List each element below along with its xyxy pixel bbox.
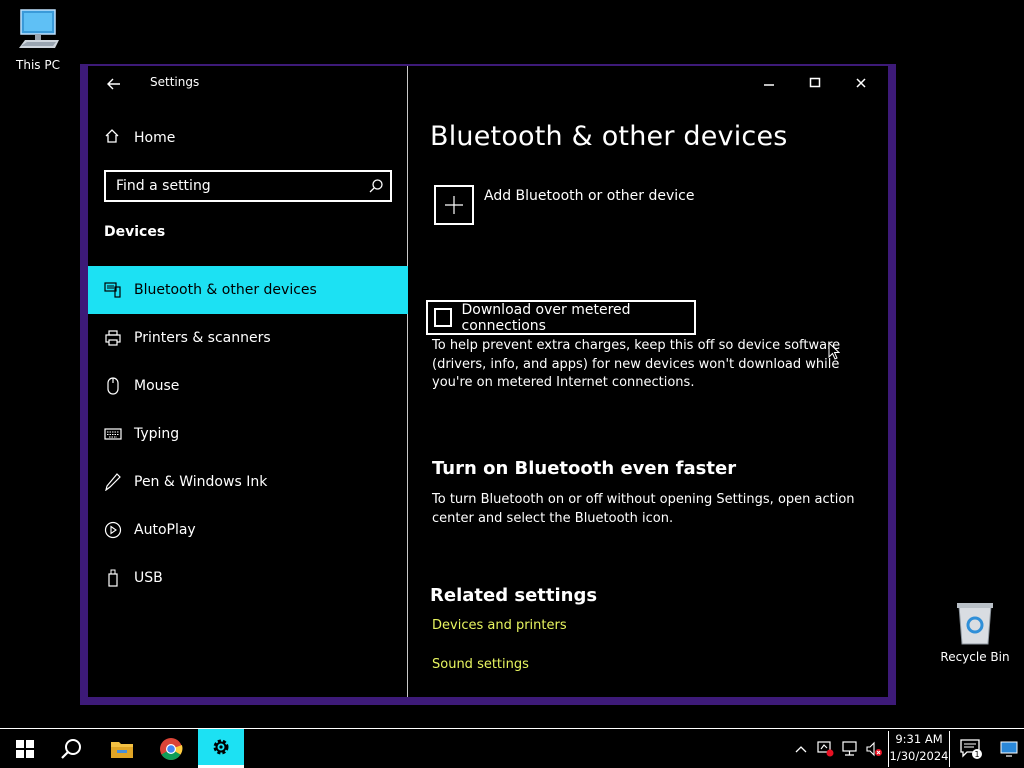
mouse-icon bbox=[104, 377, 122, 395]
content-pane: Bluetooth & other devices Add Bluetooth … bbox=[409, 66, 888, 697]
search-icon bbox=[369, 179, 383, 193]
add-device-button[interactable]: Add Bluetooth or other device bbox=[434, 185, 694, 225]
sidebar-item-bluetooth[interactable]: Bluetooth & other devices bbox=[88, 266, 408, 314]
sidebar-item-typing[interactable]: Typing bbox=[88, 410, 408, 458]
search-input[interactable]: Find a setting bbox=[104, 170, 392, 202]
notification-icon: 1 bbox=[960, 738, 982, 759]
sidebar: Settings Home Find a setting Devices Blu… bbox=[88, 66, 408, 697]
action-center-button[interactable]: 1 bbox=[956, 729, 986, 768]
tray-network-status-button[interactable] bbox=[814, 729, 838, 768]
back-arrow-icon bbox=[107, 78, 120, 90]
sidebar-item-label: Pen & Windows Ink bbox=[134, 474, 268, 490]
sidebar-item-label: Bluetooth & other devices bbox=[134, 282, 317, 298]
sidebar-item-pen[interactable]: Pen & Windows Ink bbox=[88, 458, 408, 506]
sidebar-item-label: AutoPlay bbox=[134, 522, 196, 538]
metered-description: To help prevent extra charges, keep this… bbox=[432, 338, 841, 390]
add-device-label: Add Bluetooth or other device bbox=[484, 188, 695, 204]
related-settings-title: Related settings bbox=[430, 585, 598, 606]
plus-icon bbox=[434, 185, 474, 225]
sound-settings-link[interactable]: Sound settings bbox=[432, 657, 529, 672]
chevron-up-icon bbox=[795, 745, 807, 752]
volume-muted-icon bbox=[866, 741, 882, 756]
sidebar-item-label: Printers & scanners bbox=[134, 330, 271, 346]
minimize-button[interactable] bbox=[753, 71, 785, 95]
metered-checkbox[interactable] bbox=[434, 308, 452, 327]
start-button[interactable] bbox=[2, 729, 48, 768]
sidebar-item-autoplay[interactable]: AutoPlay bbox=[88, 506, 408, 554]
taskbar: 9:31 AM 1/30/2024 1 bbox=[0, 728, 1024, 768]
chrome-icon bbox=[160, 737, 183, 760]
faster-title: Turn on Bluetooth even faster bbox=[432, 458, 737, 479]
settings-window: Settings Home Find a setting Devices Blu… bbox=[80, 64, 896, 705]
clock-time: 9:31 AM bbox=[895, 732, 943, 746]
this-pc-label: This PC bbox=[16, 58, 60, 72]
page-title: Bluetooth & other devices bbox=[430, 121, 788, 152]
sidebar-item-label: USB bbox=[134, 570, 163, 586]
sidebar-item-mouse[interactable]: Mouse bbox=[88, 362, 408, 410]
folder-icon bbox=[111, 741, 133, 758]
close-button[interactable] bbox=[845, 71, 877, 95]
show-desktop-button[interactable] bbox=[996, 729, 1022, 768]
windows-logo-icon bbox=[16, 739, 34, 758]
sidebar-item-label: Typing bbox=[134, 426, 180, 442]
recycle-bin-label: Recycle Bin bbox=[940, 650, 1010, 664]
back-button[interactable] bbox=[102, 72, 126, 96]
home-icon bbox=[104, 128, 122, 148]
home-label: Home bbox=[134, 130, 176, 146]
show-hidden-icons-button[interactable] bbox=[790, 729, 812, 768]
recycle-bin-icon bbox=[957, 603, 993, 645]
metered-checkbox-row[interactable]: Download over metered connections bbox=[426, 300, 696, 335]
search-placeholder: Find a setting bbox=[116, 178, 211, 194]
sidebar-item-printers[interactable]: Printers & scanners bbox=[88, 314, 408, 362]
clock-date: 1/30/2024 bbox=[889, 749, 949, 763]
home-nav-item[interactable]: Home bbox=[104, 128, 175, 148]
this-pc-desktop-icon[interactable]: This PC bbox=[0, 8, 76, 72]
sidebar-item-label: Mouse bbox=[134, 378, 180, 394]
settings-taskbar-button[interactable] bbox=[198, 729, 244, 768]
settings-window-body: Settings Home Find a setting Devices Blu… bbox=[88, 66, 888, 697]
taskbar-search-button[interactable] bbox=[48, 729, 94, 768]
group-title: Devices bbox=[104, 224, 166, 240]
notification-count: 1 bbox=[974, 750, 979, 759]
chrome-button[interactable] bbox=[148, 729, 194, 768]
network-icon bbox=[842, 740, 857, 756]
sidebar-item-usb[interactable]: USB bbox=[88, 554, 408, 602]
minimize-icon bbox=[764, 84, 774, 86]
mouse-pointer-icon bbox=[828, 342, 840, 360]
maximize-icon bbox=[809, 77, 821, 88]
window-title: Settings bbox=[150, 75, 200, 89]
autoplay-icon bbox=[104, 521, 122, 539]
maximize-button[interactable] bbox=[799, 71, 831, 95]
file-explorer-button[interactable] bbox=[99, 729, 145, 768]
computer-icon bbox=[19, 9, 59, 48]
pen-icon bbox=[104, 473, 122, 491]
search-icon bbox=[61, 738, 81, 759]
metered-checkbox-label: Download over metered connections bbox=[461, 301, 631, 334]
taskbar-clock[interactable]: 9:31 AM 1/30/2024 bbox=[888, 731, 950, 767]
bluetooth-devices-icon bbox=[104, 281, 122, 299]
tray-volume-button[interactable] bbox=[862, 729, 886, 768]
desktop-icon bbox=[1000, 741, 1018, 757]
usb-icon bbox=[104, 569, 122, 587]
faster-description: To turn Bluetooth on or off without open… bbox=[432, 492, 855, 526]
gear-icon bbox=[213, 739, 229, 755]
devices-and-printers-link[interactable]: Devices and printers bbox=[432, 618, 567, 633]
keyboard-icon bbox=[104, 425, 122, 443]
network-warning-icon bbox=[817, 740, 834, 756]
printer-icon bbox=[104, 329, 122, 347]
close-icon bbox=[856, 78, 866, 88]
tray-network-button[interactable] bbox=[838, 729, 862, 768]
sidebar-nav: Bluetooth & other devices Printers & sca… bbox=[88, 266, 408, 602]
recycle-bin-desktop-icon[interactable]: Recycle Bin bbox=[937, 600, 1013, 664]
